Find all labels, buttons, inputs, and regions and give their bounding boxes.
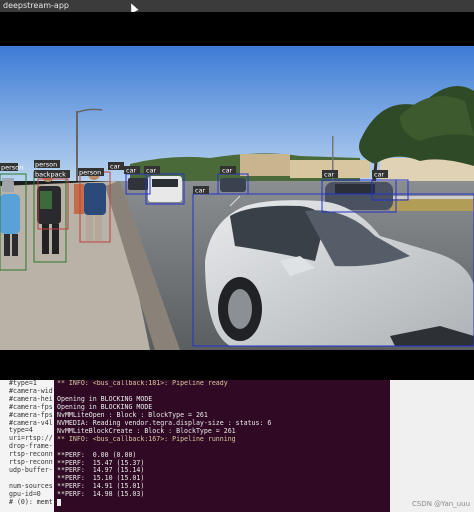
detection-label-car-1: car	[110, 163, 121, 171]
detection-label-car-2: car	[126, 167, 137, 175]
window-title: deepstream-app	[3, 1, 69, 10]
terminal-line: ** INFO: <bus_callback:167>: Pipeline ru…	[57, 434, 236, 443]
detection-label-backpack: backpack	[35, 171, 66, 179]
video-letterbox-top	[0, 12, 474, 46]
watermark: CSDN @Yan_uuu	[411, 500, 470, 508]
detection-label-car-4: car	[195, 187, 206, 195]
video-frame[interactable]: person backpack person person car car ca…	[0, 46, 474, 350]
video-letterbox-bottom	[0, 350, 474, 380]
terminal-line: ** INFO: <bus_callback:181>: Pipeline re…	[57, 380, 228, 387]
config-line: # (0): memt	[9, 497, 53, 506]
detection-label-car-5: car	[222, 167, 233, 175]
window-titlebar[interactable]: deepstream-app	[0, 0, 474, 12]
config-editor-panel[interactable]: #type=1 #camera-wid #camera-hei #camera-…	[0, 380, 58, 512]
detection-label-person-3: person	[79, 169, 101, 177]
detection-label-person-1: person	[1, 164, 23, 172]
detection-label-car-3: car	[146, 167, 157, 175]
detection-label-person-2: person	[35, 161, 57, 169]
text-cursor-icon	[57, 499, 61, 507]
detection-label-car-6: car	[324, 171, 335, 179]
terminal-line: **PERF: 14.98 (15.03)	[57, 490, 145, 499]
terminal-prompt-line[interactable]	[54, 499, 390, 507]
side-panel	[390, 380, 474, 512]
street-scene: person backpack person person car car ca…	[0, 46, 474, 350]
detection-label-car-7: car	[374, 171, 385, 179]
terminal-output-panel[interactable]: ** INFO: <bus_callback:181>: Pipeline re…	[54, 380, 390, 512]
